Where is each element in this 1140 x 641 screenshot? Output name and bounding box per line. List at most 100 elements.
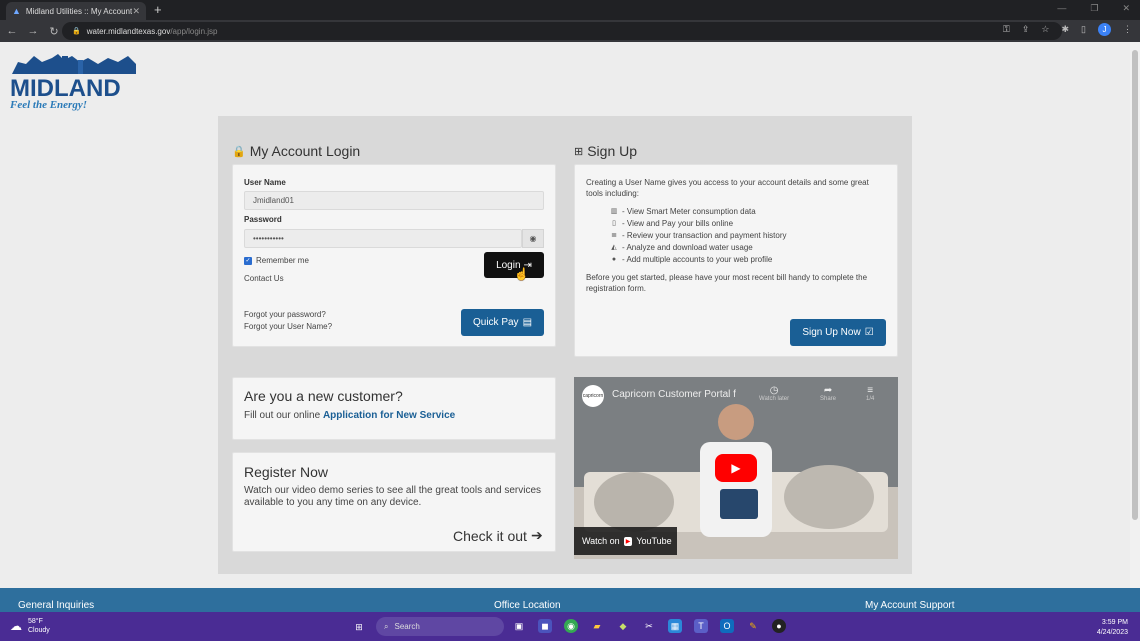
application-new-service-link[interactable]: Application for New Service bbox=[323, 410, 455, 421]
cloud-icon: ☁ bbox=[10, 618, 22, 633]
store-icon[interactable]: ▦ bbox=[668, 619, 682, 633]
forgot-username-link[interactable]: Forgot your User Name? bbox=[244, 322, 332, 331]
teams-chat-icon[interactable]: ◼ bbox=[538, 619, 552, 633]
forgot-password-link[interactable]: Forgot your password? bbox=[244, 310, 326, 319]
back-icon[interactable]: ← bbox=[3, 25, 21, 37]
login-section-title: 🔒 My Account Login bbox=[232, 143, 360, 159]
address-bar[interactable]: 🔒 water.midlandtexas.gov/app/login.jsp bbox=[62, 22, 1062, 40]
sign-up-now-button[interactable]: Sign Up Now ☑ bbox=[790, 319, 886, 346]
new-tab-icon[interactable]: + bbox=[154, 2, 162, 17]
plus-square-icon: ⊞ bbox=[574, 145, 584, 158]
taskbar-search[interactable]: ⌕ Search bbox=[376, 617, 504, 636]
maximize-icon[interactable]: ❐ bbox=[1090, 3, 1098, 14]
search-icon: ⌕ bbox=[384, 621, 389, 631]
channel-avatar[interactable]: capricorn bbox=[582, 385, 604, 407]
file-icon: ▯ bbox=[612, 220, 616, 227]
reload-icon[interactable]: ↻ bbox=[45, 25, 63, 38]
playlist-button[interactable]: ≡ 1/4 bbox=[866, 385, 874, 402]
share-button[interactable]: ➦ Share bbox=[820, 385, 836, 402]
playlist-icon: ≡ bbox=[867, 385, 874, 396]
quick-pay-button[interactable]: Quick Pay ▤ bbox=[461, 309, 544, 336]
footer-account-support[interactable]: My Account Support bbox=[865, 600, 955, 611]
pen-icon[interactable]: ✎ bbox=[746, 619, 760, 633]
video-player[interactable]: capricorn Capricorn Customer Portal f ◷ … bbox=[574, 377, 898, 559]
browser-toolbar: ← → ↻ 🔒 water.midlandtexas.gov/app/login… bbox=[0, 20, 1140, 42]
signup-note: Before you get started, please have your… bbox=[586, 273, 868, 293]
login-title-text: My Account Login bbox=[249, 143, 361, 159]
area-chart-icon: ◭ bbox=[611, 244, 617, 251]
footer-office-location[interactable]: Office Location bbox=[494, 600, 561, 611]
tab-close-icon[interactable]: ✕ bbox=[132, 6, 140, 17]
system-clock[interactable]: 3:59 PM 4/24/2023 bbox=[1097, 618, 1128, 638]
forward-icon[interactable]: → bbox=[24, 25, 42, 37]
site-favicon-icon: ▲ bbox=[12, 6, 21, 16]
register-heading: Register Now bbox=[244, 464, 329, 480]
youtube-logo-icon: ▶ bbox=[623, 536, 633, 546]
minimize-icon[interactable]: — bbox=[1057, 3, 1066, 14]
profile-avatar[interactable]: J bbox=[1098, 23, 1111, 36]
outlook-icon[interactable]: O bbox=[720, 619, 734, 633]
remember-me-checkbox[interactable]: ✓ bbox=[244, 256, 252, 265]
credit-card-icon: ▤ bbox=[522, 317, 533, 328]
new-customer-heading: Are you a new customer? bbox=[244, 388, 403, 404]
file-explorer-icon[interactable]: ▰ bbox=[590, 619, 604, 633]
close-window-icon[interactable]: ✕ bbox=[1122, 3, 1130, 14]
clock-time: 3:59 PM bbox=[1101, 619, 1128, 626]
list-item: ● - Add multiple accounts to your web pro… bbox=[611, 254, 773, 264]
clock-date: 4/24/2023 bbox=[1096, 629, 1128, 636]
extensions-icon[interactable]: ✱ bbox=[1062, 24, 1070, 35]
signup-intro: Creating a User Name gives you access to… bbox=[586, 178, 869, 198]
play-button-icon[interactable]: ▶ bbox=[715, 454, 757, 482]
temperature: 58°F bbox=[28, 618, 43, 625]
chrome-icon[interactable]: ◉ bbox=[564, 619, 578, 633]
sign-up-now-label: Sign Up Now bbox=[802, 327, 861, 338]
browser-tab[interactable]: ▲ Midland Utilities :: My Account L ✕ bbox=[6, 2, 146, 20]
video-title[interactable]: Capricorn Customer Portal f bbox=[612, 389, 736, 400]
list-item: ▯ - View and Pay your bills online bbox=[610, 217, 787, 229]
user-icon: ● bbox=[611, 255, 617, 263]
teams-icon[interactable]: T bbox=[694, 619, 708, 633]
check-square-icon: ☑ bbox=[864, 327, 874, 338]
check-it-out-link[interactable]: Check it out ➔ bbox=[453, 527, 543, 544]
task-view-icon[interactable]: ▣ bbox=[512, 619, 526, 633]
password-label: Password bbox=[244, 215, 282, 224]
show-password-eye-icon[interactable]: ◉ bbox=[522, 229, 544, 248]
logo-name: MIDLAND bbox=[10, 75, 121, 102]
bookmark-star-icon[interactable]: ☆ bbox=[1041, 24, 1049, 35]
windows-taskbar: ☁ 58°F Cloudy ⊞ ⌕ Search ▣ ◼ ◉ ▰ ◆ ✂ ▦ T… bbox=[0, 612, 1140, 641]
sidebar-icon[interactable]: ▯ bbox=[1081, 24, 1086, 35]
site-footer: General Inquiries Office Location My Acc… bbox=[0, 588, 1140, 612]
share-arrow-icon: ➦ bbox=[823, 385, 833, 396]
windows-start-icon[interactable]: ⊞ bbox=[352, 620, 366, 634]
url-path: /app/login.jsp bbox=[170, 26, 218, 36]
watch-on-youtube-button[interactable]: Watch on ▶ YouTube bbox=[574, 527, 677, 555]
mouse-cursor-icon: ☝ bbox=[514, 267, 529, 281]
password-input[interactable]: ••••••••••• bbox=[244, 229, 522, 248]
window-controls: — ❐ ✕ bbox=[1057, 3, 1130, 14]
clock-icon: ◷ bbox=[769, 385, 779, 396]
scrollbar-thumb[interactable] bbox=[1132, 50, 1138, 520]
app-icon[interactable]: ◆ bbox=[616, 619, 630, 633]
tab-title: Midland Utilities :: My Account L bbox=[25, 6, 133, 16]
signup-title-text: Sign Up bbox=[587, 143, 638, 159]
new-customer-card bbox=[232, 377, 556, 440]
key-icon[interactable]: ⚿ bbox=[1003, 24, 1010, 35]
recorder-icon[interactable]: ● bbox=[772, 619, 786, 633]
arrow-circle-right-icon: ➔ bbox=[530, 527, 543, 543]
lock-icon: 🔒 bbox=[72, 28, 81, 35]
list-icon: ≣ bbox=[611, 232, 617, 239]
menu-icon[interactable]: ⋮ bbox=[1123, 24, 1132, 35]
share-icon[interactable]: ⇪ bbox=[1022, 24, 1030, 35]
username-input[interactable]: Jmidland01 bbox=[244, 191, 544, 210]
snipping-tool-icon[interactable]: ✂ bbox=[642, 619, 656, 633]
list-item: ▥ - View Smart Meter consumption data bbox=[610, 206, 756, 216]
remember-me-row[interactable]: ✓ Remember me bbox=[244, 256, 309, 265]
contact-us-link[interactable]: Contact Us bbox=[244, 274, 284, 283]
footer-general-inquiries[interactable]: General Inquiries bbox=[18, 600, 94, 611]
new-customer-text: Fill out our online Application for New … bbox=[244, 410, 456, 421]
weather-widget[interactable]: ☁ 58°F Cloudy bbox=[10, 617, 50, 635]
midland-logo[interactable]: MIDLAND Feel the Energy! bbox=[8, 52, 140, 112]
watch-later-button[interactable]: ◷ Watch later bbox=[759, 385, 789, 402]
username-label: User Name bbox=[244, 178, 286, 187]
weather-condition: Cloudy bbox=[28, 627, 50, 634]
